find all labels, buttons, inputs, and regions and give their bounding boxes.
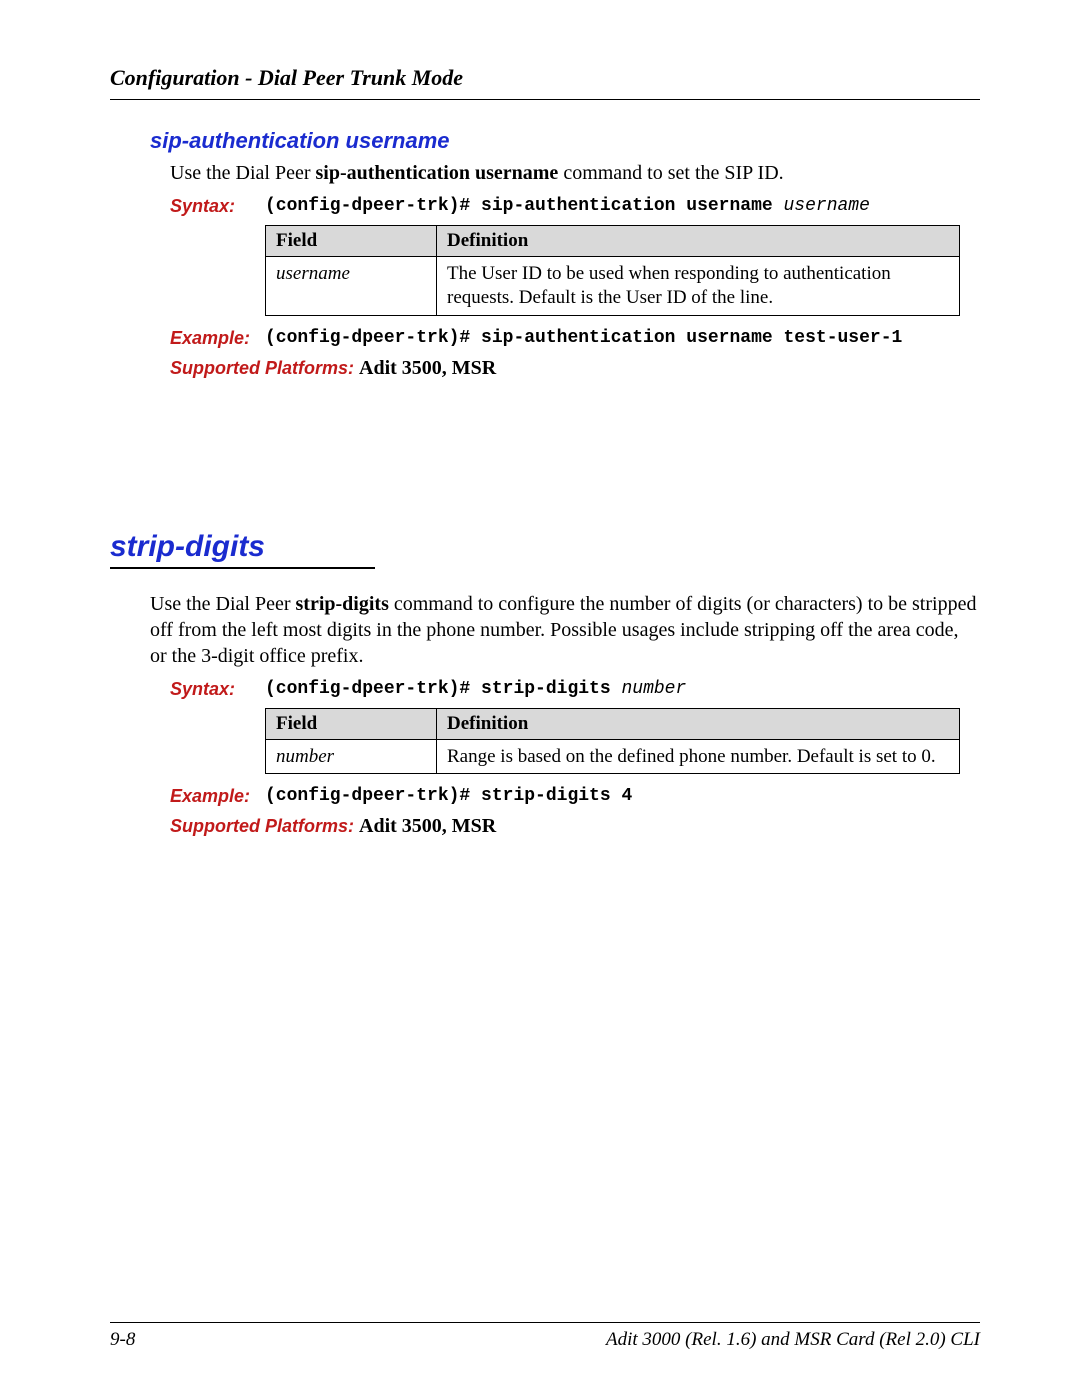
syntax-arg-2: number [621,679,686,699]
syntax-row-2: Syntax: (config-dpeer-trk)# strip-digits… [170,679,980,700]
table-cell-field: username [266,257,437,316]
example-cmd: (config-dpeer-trk)# sip-authentication u… [265,328,980,348]
syntax-cmd-2: (config-dpeer-trk)# strip-digits [265,679,621,699]
table-cell-field-2: number [266,739,437,774]
table-cell-definition: The User ID to be used when responding t… [437,257,960,316]
example-cmd-2: (config-dpeer-trk)# strip-digits 4 [265,786,980,806]
intro-pre: Use the Dial Peer [170,162,316,184]
footer-rule [110,1322,980,1323]
section-heading-strip-digits: strip-digits [110,530,375,569]
table-cell-definition-2: Range is based on the defined phone numb… [437,739,960,774]
table-header-definition: Definition [437,226,960,257]
syntax-arg: username [783,196,869,216]
platforms-label: Supported Platforms: [170,358,359,378]
example-row-2: Example: (config-dpeer-trk)# strip-digit… [170,786,980,807]
table-header-field-2: Field [266,708,437,739]
syntax-label: Syntax: [170,196,265,217]
intro-bold-2: strip-digits [296,593,389,615]
platforms-row-1: Supported Platforms: Adit 3500, MSR [170,357,980,380]
table-row: number Range is based on the defined pho… [266,739,960,774]
platforms-row-2: Supported Platforms: Adit 3500, MSR [170,815,980,838]
intro-pre-2: Use the Dial Peer [150,593,296,615]
example-label: Example: [170,328,265,349]
table-row: username The User ID to be used when res… [266,257,960,316]
example-label-2: Example: [170,786,265,807]
definition-table-2: Field Definition number Range is based o… [265,708,960,775]
section-heading-row: strip-digits [110,530,980,569]
platforms-value: Adit 3500, MSR [359,357,496,379]
example-row-1: Example: (config-dpeer-trk)# sip-authent… [170,328,980,349]
platforms-value-2: Adit 3500, MSR [359,815,496,837]
intro-text-strip-digits: Use the Dial Peer strip-digits command t… [150,591,980,669]
page-footer: 9-8 Adit 3000 (Rel. 1.6) and MSR Card (R… [110,1322,980,1351]
table-header-field: Field [266,226,437,257]
table-header-definition-2: Definition [437,708,960,739]
syntax-cmd: (config-dpeer-trk)# sip-authentication u… [265,196,783,216]
doc-title: Adit 3000 (Rel. 1.6) and MSR Card (Rel 2… [606,1329,980,1351]
running-head: Configuration - Dial Peer Trunk Mode [110,65,980,91]
page: Configuration - Dial Peer Trunk Mode sip… [0,0,1080,1397]
subsection-title-sip-auth: sip-authentication username [150,128,980,154]
page-number: 9-8 [110,1329,135,1351]
platforms-label-2: Supported Platforms: [170,816,359,836]
intro-bold: sip-authentication username [316,162,559,184]
syntax-label-2: Syntax: [170,679,265,700]
definition-table-1: Field Definition username The User ID to… [265,225,960,316]
syntax-row-1: Syntax: (config-dpeer-trk)# sip-authenti… [170,196,980,217]
intro-text-sip-auth: Use the Dial Peer sip-authentication use… [170,160,980,186]
intro-post: command to set the SIP ID. [558,162,783,184]
header-rule [110,99,980,100]
